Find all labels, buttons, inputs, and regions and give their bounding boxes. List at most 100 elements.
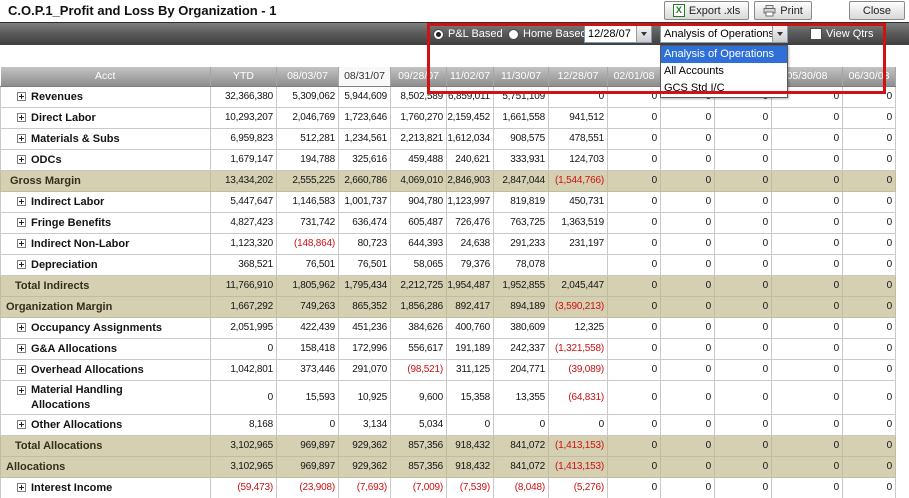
value-cell: 1,042,801 [211,359,277,380]
value-cell: 0 [772,477,843,498]
value-cell: 0 [661,212,715,233]
expand-plus-icon[interactable] [17,134,26,143]
table-row[interactable]: G&A Allocations0158,418172,996556,617191… [1,338,896,359]
column-header-12-28-07[interactable]: 12/28/07 [549,67,608,86]
row-label: Fringe Benefits [31,217,111,229]
table-row[interactable]: Indirect Non-Labor1,123,320(148,864)80,7… [1,233,896,254]
column-header-09-28-07[interactable]: 09/28/07 [391,67,447,86]
column-header-08-03-07[interactable]: 08/03/07 [277,67,339,86]
value-cell: 0 [843,254,896,275]
value-cell: 4,069,010 [391,170,447,191]
value-cell: 0 [715,380,772,414]
expand-plus-icon[interactable] [17,113,26,122]
value-cell: 0 [772,296,843,317]
column-header-02-01-08[interactable]: 02/01/08 [608,67,661,86]
expand-plus-icon[interactable] [17,386,26,395]
table-row[interactable]: Indirect Labor5,447,6471,146,5831,001,73… [1,191,896,212]
row-label: Gross Margin [10,175,81,187]
value-cell: 0 [772,128,843,149]
table-row[interactable]: Material Handling Allocations015,59310,9… [1,380,896,414]
column-header-acct[interactable]: Acct [1,67,211,86]
expand-plus-icon[interactable] [17,483,26,492]
value-cell: 0 [772,380,843,414]
table-row[interactable]: Depreciation368,52176,50176,50158,06579,… [1,254,896,275]
value-cell: 0 [715,338,772,359]
value-cell: 929,362 [339,435,391,456]
expand-plus-icon[interactable] [17,92,26,101]
value-cell: (7,009) [391,477,447,498]
column-header-ytd[interactable]: YTD [211,67,277,86]
table-row[interactable]: Occupancy Assignments2,051,995422,439451… [1,317,896,338]
column-header-11-30-07[interactable]: 11/30/07 [494,67,549,86]
value-cell: 0 [772,170,843,191]
view-select[interactable]: Analysis of Operations [660,25,788,43]
table-row[interactable]: Materials & Subs6,959,823512,2811,234,56… [1,128,896,149]
value-cell: 4,827,423 [211,212,277,233]
value-cell: 0 [608,191,661,212]
row-label: Materials & Subs [31,133,120,145]
row-label: Other Allocations [31,419,122,431]
radio-pl-based[interactable]: P&L Based [433,28,503,40]
value-cell: 0 [608,149,661,170]
export-xls-button[interactable]: X Export .xls [664,1,749,20]
dropdown-option[interactable]: All Accounts [661,63,787,80]
value-cell: 373,446 [277,359,339,380]
date-select[interactable]: 12/28/07 [584,25,652,43]
table-row[interactable]: Direct Labor10,293,2072,046,7691,723,646… [1,107,896,128]
expand-plus-icon[interactable] [17,365,26,374]
value-cell: (3,590,213) [549,296,608,317]
value-cell: 0 [277,414,339,435]
value-cell: 0 [772,254,843,275]
value-cell: 0 [843,296,896,317]
expand-plus-icon[interactable] [17,197,26,206]
value-cell: 556,617 [391,338,447,359]
value-cell: 0 [608,254,661,275]
value-cell: 76,501 [339,254,391,275]
expand-plus-icon[interactable] [17,239,26,248]
value-cell: 0 [661,107,715,128]
radio-pl-based-label: P&L Based [448,28,503,40]
dropdown-option[interactable]: Analysis of Operations [661,46,787,63]
table-row[interactable]: ODCs1,679,147194,788325,616459,488240,62… [1,149,896,170]
table-row[interactable]: Fringe Benefits4,827,423731,742636,47460… [1,212,896,233]
value-cell: 0 [715,254,772,275]
print-button[interactable]: Print [754,1,812,20]
chevron-down-icon[interactable] [636,26,651,42]
value-cell: 2,159,452 [447,107,494,128]
radio-unselected-icon[interactable] [508,29,519,40]
expand-plus-icon[interactable] [17,155,26,164]
table-row: Total Indirects11,766,9101,805,9621,795,… [1,275,896,296]
column-header-06-30-08[interactable]: 06/30/08 [843,67,896,86]
value-cell: 0 [661,275,715,296]
close-button[interactable]: Close [849,1,905,20]
value-cell: 0 [843,107,896,128]
view-qtrs-checkbox[interactable]: View Qtrs [810,28,873,40]
table-row[interactable]: Other Allocations8,16803,1345,0340000000… [1,414,896,435]
radio-selected-icon[interactable] [433,29,444,40]
dropdown-option[interactable]: GCS Std I/C [661,80,787,97]
chevron-down-icon[interactable] [772,26,787,42]
value-cell: 2,213,821 [391,128,447,149]
row-label-cell: Fringe Benefits [1,212,211,233]
table-row[interactable]: Overhead Allocations1,042,801373,446291,… [1,359,896,380]
value-cell: 0 [661,477,715,498]
expand-plus-icon[interactable] [17,260,26,269]
radio-home-based[interactable]: Home Based [508,28,587,40]
value-cell: 0 [608,359,661,380]
expand-plus-icon[interactable] [17,420,26,429]
value-cell: 1,954,487 [447,275,494,296]
expand-plus-icon[interactable] [17,344,26,353]
row-label: Material Handling Allocations [31,381,181,413]
column-header-08-31-07[interactable]: 08/31/07 [339,67,391,86]
value-cell: 240,621 [447,149,494,170]
value-cell: 918,432 [447,435,494,456]
row-label: G&A Allocations [31,343,117,355]
value-cell: 0 [772,456,843,477]
expand-plus-icon[interactable] [17,218,26,227]
value-cell: 0 [843,414,896,435]
table-row[interactable]: Interest Income(59,473)(23,908)(7,693)(7… [1,477,896,498]
value-cell: 0 [772,107,843,128]
expand-plus-icon[interactable] [17,323,26,332]
column-header-11-02-07[interactable]: 11/02/07 [447,67,494,86]
checkbox-icon[interactable] [810,28,822,40]
